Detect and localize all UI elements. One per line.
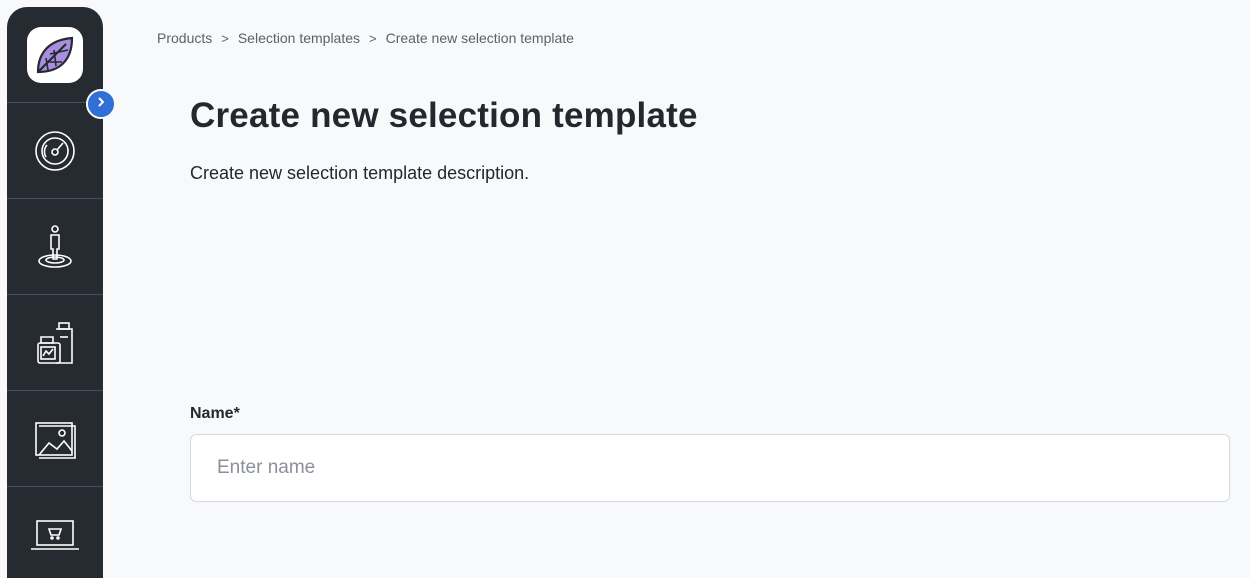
breadcrumb-products[interactable]: Products — [157, 30, 212, 46]
breadcrumb-current: Create new selection template — [385, 30, 574, 46]
name-input[interactable] — [190, 434, 1230, 502]
sidebar-logo[interactable] — [7, 7, 103, 102]
breadcrumb-selection-templates[interactable]: Selection templates — [238, 30, 360, 46]
sidebar-expand-button[interactable] — [86, 89, 116, 119]
leaf-logo-icon — [27, 26, 83, 83]
sidebar-item-media[interactable] — [7, 391, 103, 486]
breadcrumb: Products > Selection templates > Create … — [157, 30, 574, 46]
product-bottles-icon — [33, 319, 77, 367]
laptop-cart-icon — [29, 515, 81, 555]
sidebar-item-dashboard[interactable] — [7, 103, 103, 198]
page-title: Create new selection template — [190, 96, 698, 135]
image-gallery-icon — [32, 417, 78, 461]
page-description: Create new selection template descriptio… — [190, 163, 530, 183]
sidebar-item-shop[interactable] — [7, 487, 103, 578]
page: Products > Selection templates > Create … — [0, 0, 1250, 578]
person-on-target-icon — [33, 223, 77, 271]
breadcrumb-separator: > — [369, 30, 377, 46]
sidebar-item-products[interactable] — [7, 295, 103, 390]
chevron-right-icon — [95, 95, 107, 113]
sidebar-item-customers[interactable] — [7, 199, 103, 294]
breadcrumb-separator: > — [221, 30, 229, 46]
name-label: Name* — [190, 405, 240, 422]
speedometer-icon — [33, 129, 77, 173]
sidebar — [7, 7, 103, 578]
